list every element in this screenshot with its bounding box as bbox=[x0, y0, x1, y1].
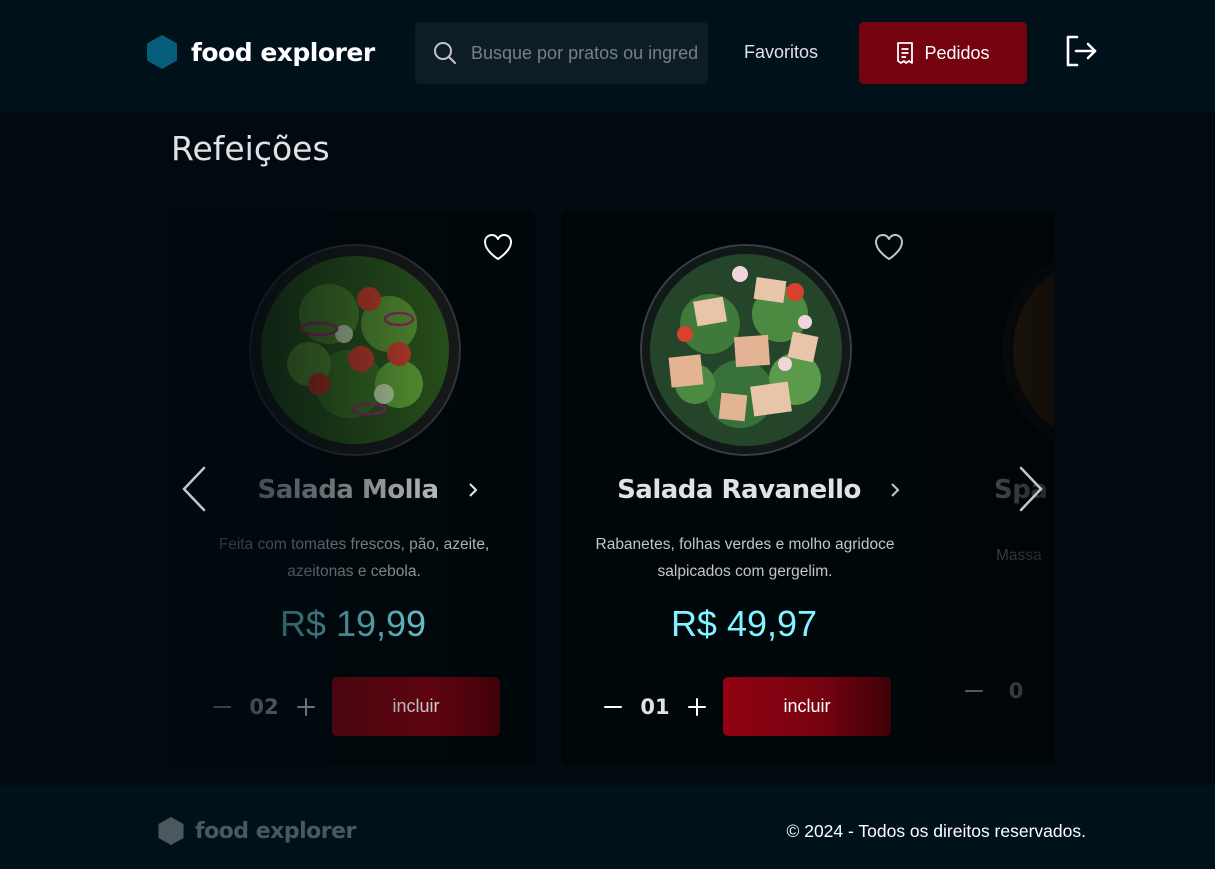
footer: food explorer © 2024 - Todos os direitos… bbox=[0, 785, 1215, 869]
footer-brand-name: food explorer bbox=[195, 818, 356, 844]
search-bar[interactable] bbox=[415, 22, 708, 84]
favorites-link[interactable]: Favoritos bbox=[744, 42, 818, 63]
carousel-next-arrow-icon[interactable] bbox=[1015, 465, 1045, 513]
include-button[interactable]: incluir bbox=[723, 677, 891, 736]
dish-card[interactable]: Salada Molla Feita com tomates frescos, … bbox=[171, 212, 535, 764]
include-button[interactable]: incluir bbox=[332, 677, 500, 736]
increase-quantity-button[interactable] bbox=[683, 693, 711, 721]
minus-icon bbox=[965, 690, 983, 692]
decrease-quantity-button[interactable] bbox=[599, 693, 627, 721]
dish-image[interactable] bbox=[1001, 244, 1054, 456]
plus-icon bbox=[297, 697, 315, 716]
quantity-controls: 01 incluir bbox=[599, 677, 891, 736]
dish-description: Feita com tomates frescos, pão, azeite, … bbox=[218, 536, 490, 580]
copyright-text: © 2024 - Todos os direitos reservados. bbox=[786, 821, 1086, 841]
decrease-quantity-button[interactable] bbox=[960, 677, 988, 705]
minus-icon bbox=[213, 705, 231, 708]
quantity-value: 0 bbox=[1008, 679, 1024, 703]
dish-title-row[interactable]: Salada Molla bbox=[172, 475, 534, 505]
header: food explorer Favoritos Pedidos bbox=[0, 0, 1215, 112]
footer-brand: food explorer bbox=[157, 816, 356, 846]
dish-card[interactable]: Salada Ravanello Rabanetes, folhas verde… bbox=[562, 212, 926, 764]
hexagon-logo-icon bbox=[158, 817, 184, 845]
dish-price: R$ 19,99 bbox=[279, 603, 427, 644]
heart-outline-icon[interactable] bbox=[483, 233, 513, 261]
dish-name[interactable]: Salada Ravanello bbox=[617, 475, 861, 505]
carousel-prev-arrow-icon[interactable] bbox=[180, 465, 210, 513]
receipt-icon bbox=[897, 42, 914, 64]
chevron-right-icon[interactable] bbox=[467, 482, 479, 498]
heart-outline-icon[interactable] bbox=[874, 233, 904, 261]
dish-image[interactable] bbox=[249, 244, 461, 456]
dish-title-row[interactable]: Salada Ravanello bbox=[563, 475, 925, 505]
dish-description: Rabanetes, folhas verdes e molho agridoc… bbox=[595, 536, 895, 580]
minus-icon bbox=[604, 705, 622, 708]
hexagon-logo-icon bbox=[147, 35, 177, 69]
quantity-value: 01 bbox=[640, 694, 670, 719]
chevron-right-icon[interactable] bbox=[889, 482, 901, 498]
quantity-controls: 0 bbox=[960, 677, 1044, 705]
brand-logo[interactable]: food explorer bbox=[145, 34, 375, 70]
section-title: Refeições bbox=[171, 129, 330, 168]
search-icon bbox=[434, 42, 456, 64]
dish-image[interactable] bbox=[640, 244, 852, 456]
decrease-quantity-button[interactable] bbox=[208, 693, 236, 721]
brand-name: food explorer bbox=[191, 37, 375, 67]
dish-description: Massa bbox=[996, 547, 1042, 564]
orders-button[interactable]: Pedidos bbox=[859, 22, 1027, 84]
sign-out-icon[interactable] bbox=[1064, 34, 1098, 68]
dish-name[interactable]: Salada Molla bbox=[257, 475, 439, 505]
orders-label: Pedidos bbox=[924, 42, 990, 63]
search-input[interactable] bbox=[471, 42, 699, 64]
plus-icon bbox=[688, 697, 706, 716]
increase-quantity-button[interactable] bbox=[292, 693, 320, 721]
quantity-value: 02 bbox=[249, 694, 279, 719]
dishes-carousel[interactable]: Salada Molla Feita com tomates frescos, … bbox=[171, 212, 1054, 764]
dish-price: R$ 49,97 bbox=[670, 603, 818, 644]
quantity-controls: 02 incluir bbox=[208, 677, 500, 736]
